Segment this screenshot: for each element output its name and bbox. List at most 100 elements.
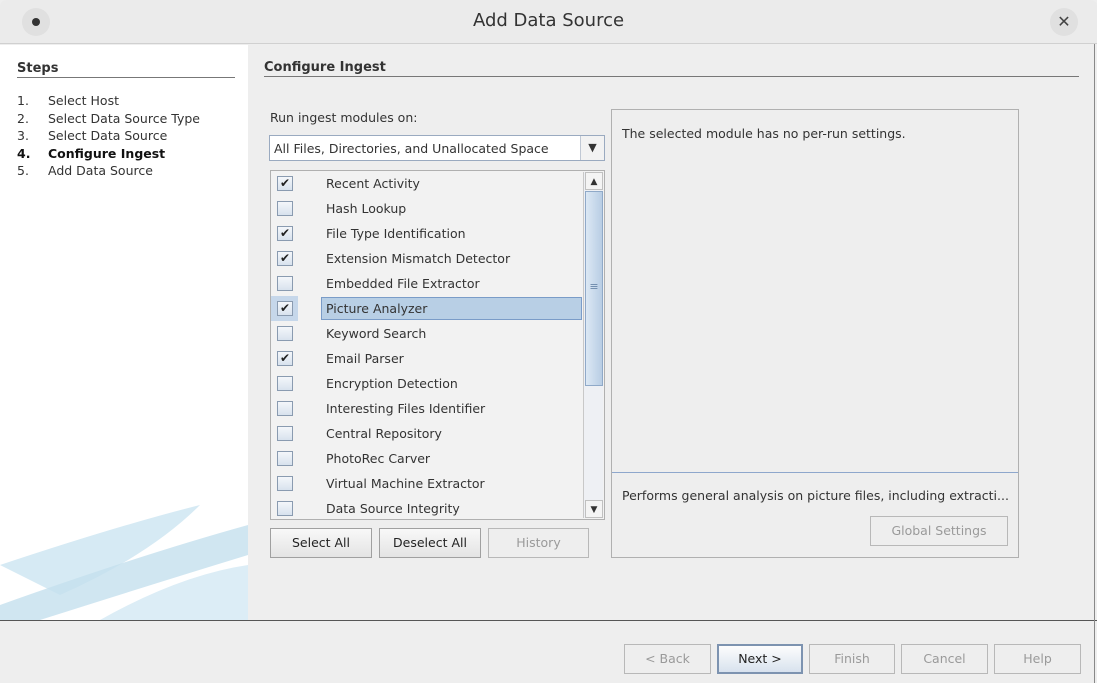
checkbox-cell	[271, 471, 298, 496]
module-checkbox[interactable]: ✔	[277, 176, 293, 191]
step-number: 1.	[17, 93, 29, 108]
help-button[interactable]: Help	[994, 644, 1081, 674]
step-label: Select Data Source Type	[48, 110, 200, 126]
checkbox-cell	[271, 421, 298, 446]
module-settings-panel: The selected module has no per-run setti…	[611, 109, 1019, 558]
module-row[interactable]: Keyword Search	[271, 321, 583, 346]
module-checkbox[interactable]	[277, 326, 293, 341]
steps-heading: Steps	[17, 61, 235, 78]
step-number: 4.	[17, 145, 31, 161]
module-checkbox[interactable]	[277, 426, 293, 441]
scrollbar-thumb[interactable]: ≡	[585, 191, 603, 386]
module-list-scrollbar[interactable]: ▲ ≡ ▼	[583, 172, 603, 518]
global-settings-button[interactable]: Global Settings	[870, 516, 1008, 546]
module-row[interactable]: Central Repository	[271, 421, 583, 446]
module-label[interactable]: Recent Activity	[321, 172, 582, 195]
checkbox-cell	[271, 196, 298, 221]
module-row[interactable]: ✔ Email Parser	[271, 346, 583, 371]
module-checkbox[interactable]	[277, 501, 293, 516]
step-item: 1. Select Host	[17, 93, 119, 108]
window-edge	[1094, 44, 1095, 683]
module-label[interactable]: Embedded File Extractor	[321, 272, 582, 295]
step-label: Select Data Source	[48, 128, 168, 143]
finish-button[interactable]: Finish	[809, 644, 895, 674]
module-checkbox[interactable]	[277, 401, 293, 416]
checkbox-cell	[271, 496, 298, 521]
module-label[interactable]: Email Parser	[321, 347, 582, 370]
module-checkbox[interactable]: ✔	[277, 301, 293, 316]
module-row[interactable]: Encryption Detection	[271, 371, 583, 396]
module-row[interactable]: Hash Lookup	[271, 196, 583, 221]
deselect-all-button[interactable]: Deselect All	[379, 528, 481, 558]
module-checkbox[interactable]: ✔	[277, 251, 293, 266]
checkbox-cell	[271, 446, 298, 471]
cancel-button[interactable]: Cancel	[901, 644, 988, 674]
checkbox-cell	[271, 371, 298, 396]
module-checkbox[interactable]: ✔	[277, 351, 293, 366]
module-row[interactable]: ✔ Picture Analyzer	[271, 296, 583, 321]
module-row[interactable]: PhotoRec Carver	[271, 446, 583, 471]
module-row[interactable]: Virtual Machine Extractor	[271, 471, 583, 496]
step-number: 3.	[17, 128, 29, 143]
step-label: Configure Ingest	[48, 145, 166, 161]
step-item: 4. Configure Ingest	[17, 146, 165, 161]
run-modules-dropdown[interactable]: All Files, Directories, and Unallocated …	[269, 135, 605, 161]
next-button[interactable]: Next >	[717, 644, 803, 674]
module-label[interactable]: Hash Lookup	[321, 197, 582, 220]
dropdown-value: All Files, Directories, and Unallocated …	[274, 141, 549, 156]
module-checkbox[interactable]	[277, 201, 293, 216]
checkbox-cell: ✔	[271, 221, 298, 246]
scroll-up-icon[interactable]: ▲	[585, 172, 603, 190]
checkbox-cell: ✔	[271, 171, 298, 196]
module-label[interactable]: Extension Mismatch Detector	[321, 247, 582, 270]
module-label[interactable]: Keyword Search	[321, 322, 582, 345]
module-list: ✔ Recent Activity Hash Lookup ✔ File Type Id…	[270, 170, 605, 520]
settings-text: The selected module has no per-run setti…	[622, 126, 906, 141]
wizard-decoration-image	[0, 505, 248, 620]
back-button[interactable]: < Back	[624, 644, 711, 674]
step-item: 2. Select Data Source Type	[17, 111, 200, 126]
module-label[interactable]: Interesting Files Identifier	[321, 397, 582, 420]
scroll-down-icon[interactable]: ▼	[585, 500, 603, 518]
module-checkbox[interactable]	[277, 476, 293, 491]
module-label[interactable]: Picture Analyzer	[321, 297, 582, 320]
step-item: 3. Select Data Source	[17, 128, 167, 143]
module-row[interactable]: Data Source Integrity	[271, 496, 583, 521]
history-button[interactable]: History	[488, 528, 589, 558]
module-row[interactable]: ✔ File Type Identification	[271, 221, 583, 246]
step-item: 5. Add Data Source	[17, 163, 153, 178]
module-description: Performs general analysis on picture fil…	[622, 488, 1009, 503]
title-bar: Add Data Source ✕	[0, 0, 1097, 44]
checkbox-cell: ✔	[271, 346, 298, 371]
step-number: 2.	[17, 110, 29, 126]
module-label[interactable]: File Type Identification	[321, 222, 582, 245]
step-label: Select Host	[48, 93, 119, 108]
module-label[interactable]: Data Source Integrity	[321, 497, 582, 520]
module-checkbox[interactable]	[277, 376, 293, 391]
select-all-button[interactable]: Select All	[270, 528, 372, 558]
divider	[612, 472, 1018, 473]
step-number: 5.	[17, 163, 29, 178]
window-title: Add Data Source	[472, 10, 625, 31]
checkbox-cell: ✔	[271, 246, 298, 271]
close-icon[interactable]: ✕	[1050, 8, 1078, 36]
step-label: Add Data Source	[48, 163, 153, 178]
checkbox-cell	[271, 271, 298, 296]
module-row[interactable]: Interesting Files Identifier	[271, 396, 583, 421]
module-checkbox[interactable]	[277, 451, 293, 466]
module-label[interactable]: PhotoRec Carver	[321, 447, 582, 470]
run-modules-label: Run ingest modules on:	[270, 110, 418, 125]
page-heading: Configure Ingest	[264, 60, 1079, 77]
chevron-down-icon[interactable]: ▼	[580, 136, 604, 160]
module-row[interactable]: ✔ Recent Activity	[271, 171, 583, 196]
checkbox-cell	[271, 396, 298, 421]
module-checkbox[interactable]	[277, 276, 293, 291]
module-row[interactable]: ✔ Extension Mismatch Detector	[271, 246, 583, 271]
footer-divider	[0, 620, 1097, 621]
module-row[interactable]: Embedded File Extractor	[271, 271, 583, 296]
module-label[interactable]: Virtual Machine Extractor	[321, 472, 582, 495]
module-label[interactable]: Encryption Detection	[321, 372, 582, 395]
module-label[interactable]: Central Repository	[321, 422, 582, 445]
module-checkbox[interactable]: ✔	[277, 226, 293, 241]
checkbox-cell: ✔	[271, 296, 298, 321]
